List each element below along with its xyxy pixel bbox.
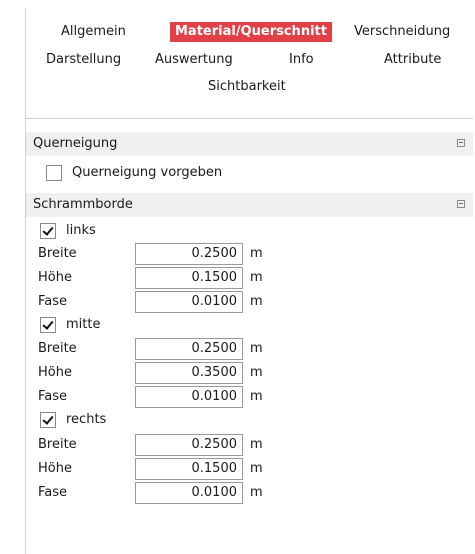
section-title: Schrammborde <box>33 197 133 212</box>
mitte-hoehe-input[interactable]: 0.3500 <box>135 362 243 384</box>
rechts-fase-input[interactable]: 0.0100 <box>135 482 243 504</box>
mitte-fase-input[interactable]: 0.0100 <box>135 386 243 408</box>
section-header-querneigung[interactable]: Querneigung <box>26 132 473 156</box>
collapse-icon[interactable] <box>457 139 465 147</box>
field-label: Fase <box>38 294 68 309</box>
tab-attribute[interactable]: Attribute <box>379 50 446 70</box>
tab-material-querschnitt[interactable]: Material/Querschnitt <box>170 22 332 42</box>
field-label: Fase <box>38 485 68 500</box>
field-label: Breite <box>38 341 77 356</box>
unit-label: m <box>250 246 263 261</box>
rechts-breite-input[interactable]: 0.2500 <box>135 434 243 456</box>
unit-label: m <box>250 341 263 356</box>
field-label: Höhe <box>38 365 72 380</box>
section-header-schrammborde[interactable]: Schrammborde <box>26 193 473 217</box>
unit-label: m <box>250 485 263 500</box>
unit-label: m <box>250 389 263 404</box>
tab-allgemein[interactable]: Allgemein <box>56 22 131 42</box>
properties-panel: Allgemein Material/Querschnitt Verschnei… <box>25 8 473 554</box>
unit-label: m <box>250 461 263 476</box>
rechts-hoehe-input[interactable]: 0.1500 <box>135 458 243 480</box>
querneigung-checkbox[interactable] <box>46 165 62 181</box>
section-title: Querneigung <box>33 136 118 151</box>
tab-verschneidung[interactable]: Verschneidung <box>349 22 455 42</box>
field-label: Fase <box>38 389 68 404</box>
unit-label: m <box>250 294 263 309</box>
field-label: Breite <box>38 246 77 261</box>
checkbox-label: links <box>66 223 96 238</box>
links-breite-input[interactable]: 0.2500 <box>135 243 243 265</box>
links-fase-input[interactable]: 0.0100 <box>135 291 243 313</box>
unit-label: m <box>250 365 263 380</box>
checkbox-label: rechts <box>66 412 107 427</box>
checkbox-label: mitte <box>66 317 101 332</box>
field-label: Höhe <box>38 270 72 285</box>
tab-auswertung[interactable]: Auswertung <box>150 50 238 70</box>
field-label: Breite <box>38 437 77 452</box>
rechts-checkbox[interactable] <box>40 412 56 428</box>
unit-label: m <box>250 270 263 285</box>
mitte-checkbox[interactable] <box>40 317 56 333</box>
unit-label: m <box>250 437 263 452</box>
links-hoehe-input[interactable]: 0.1500 <box>135 267 243 289</box>
tab-sichtbarkeit[interactable]: Sichtbarkeit <box>203 77 291 97</box>
tab-info[interactable]: Info <box>284 50 319 70</box>
tab-bar: Allgemein Material/Querschnitt Verschnei… <box>26 8 473 119</box>
field-label: Höhe <box>38 461 72 476</box>
panel-content: Querneigung Querneigung vorgeben Schramm… <box>26 127 473 554</box>
links-checkbox[interactable] <box>40 223 56 239</box>
collapse-icon[interactable] <box>457 200 465 208</box>
tab-darstellung[interactable]: Darstellung <box>41 50 126 70</box>
mitte-breite-input[interactable]: 0.2500 <box>135 338 243 360</box>
checkbox-label: Querneigung vorgeben <box>72 165 223 180</box>
